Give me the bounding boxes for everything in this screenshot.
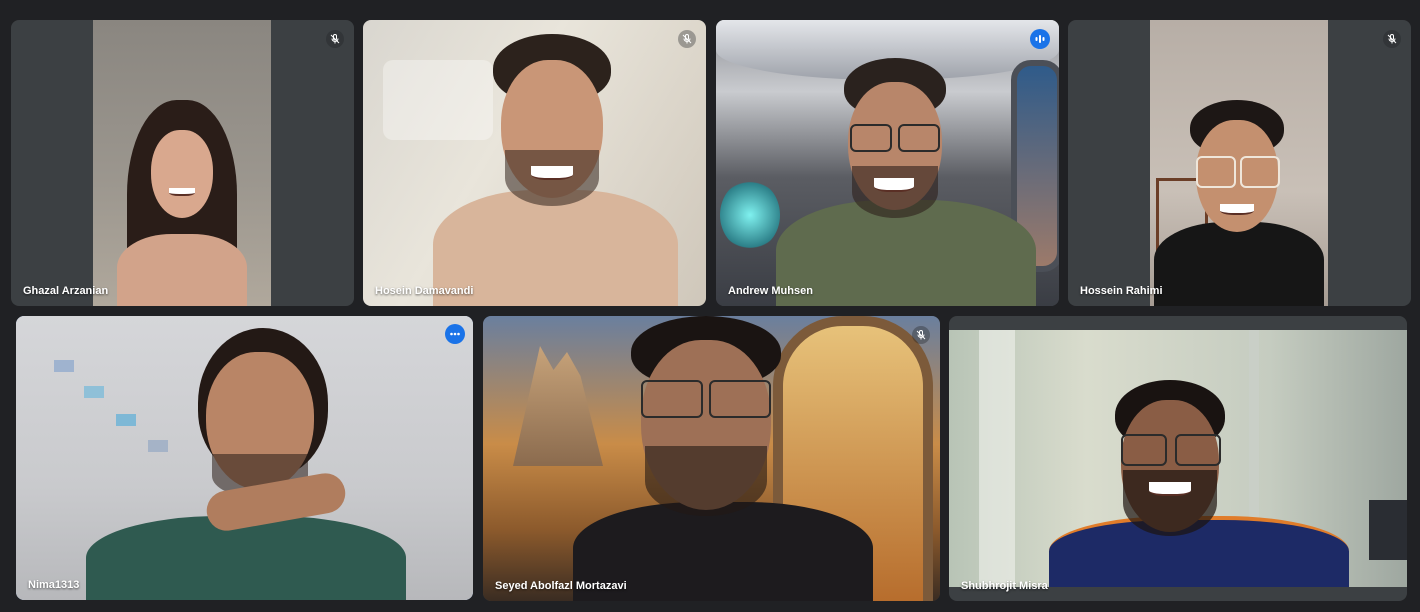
person-figure (483, 316, 940, 601)
more-options-icon[interactable] (445, 324, 465, 344)
participant-video (1150, 20, 1328, 306)
participant-video (949, 330, 1407, 587)
person-figure (1150, 20, 1328, 306)
participant-video (483, 316, 940, 601)
mic-off-icon (326, 30, 344, 48)
mic-off-icon (678, 30, 696, 48)
participant-name: Hosein Damavandi (375, 285, 474, 297)
person-figure (93, 20, 271, 306)
participant-video (93, 20, 271, 306)
participant-name: Andrew Muhsen (728, 285, 813, 297)
participant-tile[interactable]: Seyed Abolfazl Mortazavi (483, 316, 940, 601)
person-figure (949, 330, 1407, 587)
participant-video (16, 316, 473, 600)
audio-level-icon (1030, 29, 1050, 49)
participant-name: Seyed Abolfazl Mortazavi (495, 580, 627, 592)
participant-name: Ghazal Arzanian (23, 285, 109, 297)
participant-tile[interactable]: Ghazal Arzanian (11, 20, 354, 306)
mic-off-icon (912, 326, 930, 344)
person-figure (16, 316, 473, 600)
participant-tile[interactable]: Hossein Rahimi (1068, 20, 1411, 306)
participant-name: Nima1313 (28, 579, 80, 591)
participant-tile[interactable]: Shubhrojit Misra (949, 316, 1407, 601)
participant-video (363, 20, 706, 306)
participant-tile[interactable]: Hosein Damavandi (363, 20, 706, 306)
participant-tile[interactable]: Nima1313 (16, 316, 473, 600)
person-figure (363, 20, 706, 306)
participant-name: Hossein Rahimi (1080, 285, 1163, 297)
mic-off-icon (1383, 30, 1401, 48)
participant-tile[interactable]: Andrew Muhsen (716, 20, 1059, 306)
participant-video (716, 20, 1059, 306)
participant-name: Shubhrojit Misra (961, 580, 1048, 592)
person-figure (716, 20, 1059, 306)
